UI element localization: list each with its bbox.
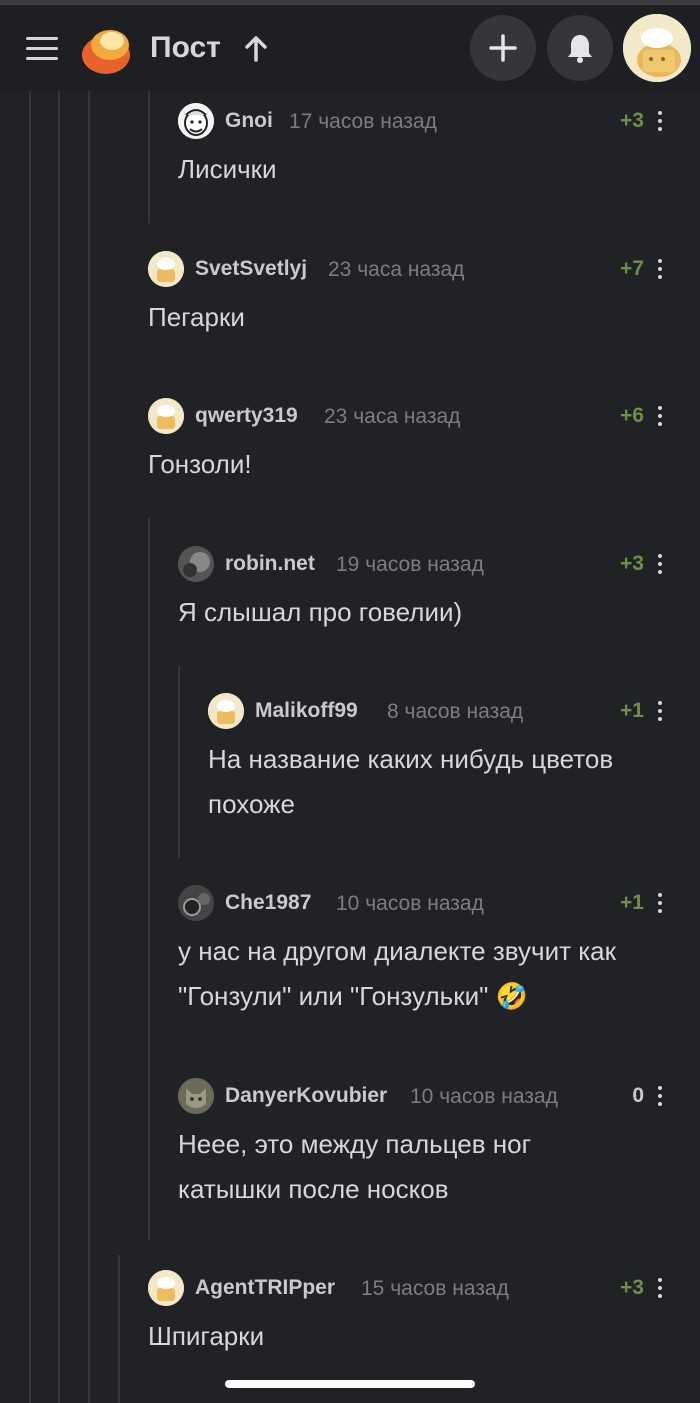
thread-line[interactable]: [148, 91, 150, 223]
avatar[interactable]: [178, 1078, 214, 1114]
thread-line[interactable]: [58, 91, 60, 1403]
comment-score: 0: [632, 1084, 644, 1107]
plus-icon: [489, 34, 517, 62]
comment-text: Шпигарки: [148, 1321, 265, 1351]
comment-score: +1: [620, 891, 644, 914]
comment-time: 23 часа назад: [324, 405, 461, 428]
comment-text: у нас на другом диалекте звучит как "Гон…: [178, 936, 617, 1011]
thread-line[interactable]: [148, 518, 150, 1240]
comment-text: Пегарки: [148, 302, 245, 332]
comment-author[interactable]: DanyerKovubier: [225, 1084, 387, 1108]
comment-score: +6: [620, 404, 644, 427]
user-avatar: [178, 1078, 214, 1114]
thread-line[interactable]: [88, 91, 90, 1403]
notifications-button[interactable]: [547, 15, 613, 81]
page-title: Пост: [150, 31, 221, 64]
thread-line[interactable]: [118, 1255, 120, 1403]
comment-author[interactable]: SvetSvetlyj: [195, 257, 307, 281]
user-avatar: [178, 546, 214, 582]
user-avatar: [208, 693, 244, 729]
bell-icon: [568, 35, 592, 63]
comment-score: +3: [620, 1276, 644, 1299]
comment-score: +7: [620, 257, 644, 280]
comment-time: 19 часов назад: [336, 553, 484, 576]
user-avatar: [148, 251, 184, 287]
more-options-icon[interactable]: [656, 259, 664, 281]
user-avatar: [178, 885, 214, 921]
avatar[interactable]: [178, 885, 214, 921]
more-options-icon[interactable]: [656, 554, 664, 576]
more-options-icon[interactable]: [656, 893, 664, 915]
user-avatar: [623, 14, 691, 82]
avatar[interactable]: [148, 1270, 184, 1306]
avatar[interactable]: [178, 546, 214, 582]
more-options-icon[interactable]: [656, 1086, 664, 1108]
comment: robin.net 19 часов назад +3 Я слышал про…: [178, 544, 678, 635]
home-indicator[interactable]: [225, 1380, 475, 1388]
comment-author[interactable]: Malikoff99: [255, 699, 358, 723]
comment: qwerty319 23 часа назад +6 Гонзоли!: [148, 396, 678, 487]
user-avatar: [178, 103, 214, 139]
avatar[interactable]: [148, 251, 184, 287]
more-options-icon[interactable]: [656, 406, 664, 428]
hamburger-menu-icon[interactable]: [26, 37, 58, 61]
comment-author[interactable]: Che1987: [225, 891, 311, 915]
comment-author[interactable]: AgentTRIPper: [195, 1276, 335, 1300]
comment-time: 8 часов назад: [387, 700, 524, 723]
comment-text: Я слышал про говелии): [178, 597, 463, 627]
comment: AgentTRIPper 15 часов назад +3 Шпигарки: [148, 1268, 678, 1359]
comment-score: +3: [620, 552, 644, 575]
add-post-button[interactable]: [470, 15, 536, 81]
thread-line[interactable]: [178, 666, 180, 858]
comment-time: 23 часа назад: [328, 258, 465, 281]
comment: Malikoff99 8 часов назад +1 На название …: [208, 691, 678, 827]
avatar[interactable]: [208, 693, 244, 729]
avatar[interactable]: [148, 398, 184, 434]
comment-author[interactable]: robin.net: [225, 552, 315, 576]
user-avatar: [148, 398, 184, 434]
more-options-icon[interactable]: [656, 111, 664, 133]
comment: Che1987 10 часов назад +1 у нас на друго…: [178, 883, 678, 1019]
comment-score: +3: [620, 109, 644, 132]
comment: Gnoi 17 часов назад +3 Лисички: [178, 101, 678, 192]
profile-avatar[interactable]: [623, 14, 691, 82]
user-avatar: [148, 1270, 184, 1306]
avatar[interactable]: [178, 103, 214, 139]
pikabu-logo[interactable]: [80, 23, 134, 77]
comment-time: 15 часов назад: [361, 1277, 509, 1300]
more-options-icon[interactable]: [656, 701, 664, 723]
comment-text: Неее, это между пальцев ног катышки посл…: [178, 1129, 532, 1204]
comment-time: 10 часов назад: [336, 892, 484, 915]
comment-time: 17 часов назад: [289, 110, 437, 133]
comment-author[interactable]: Gnoi: [225, 109, 273, 133]
app-header: Пост: [0, 5, 700, 91]
comment: SvetSvetlyj 23 часа назад +7 Пегарки: [148, 249, 678, 340]
arrow-up-icon[interactable]: [244, 35, 268, 63]
comment-time: 10 часов назад: [410, 1085, 558, 1108]
more-options-icon[interactable]: [656, 1278, 664, 1300]
comment-text: На название каких нибудь цветов похоже: [208, 744, 614, 819]
comment-author[interactable]: qwerty319: [195, 404, 298, 428]
comment-text: Гонзоли!: [148, 449, 252, 479]
comment-text: Лисички: [178, 154, 277, 184]
comment: DanyerKovubier 10 часов назад 0 Неее, эт…: [178, 1076, 678, 1212]
thread-line[interactable]: [29, 91, 31, 1403]
comment-score: +1: [620, 699, 644, 722]
